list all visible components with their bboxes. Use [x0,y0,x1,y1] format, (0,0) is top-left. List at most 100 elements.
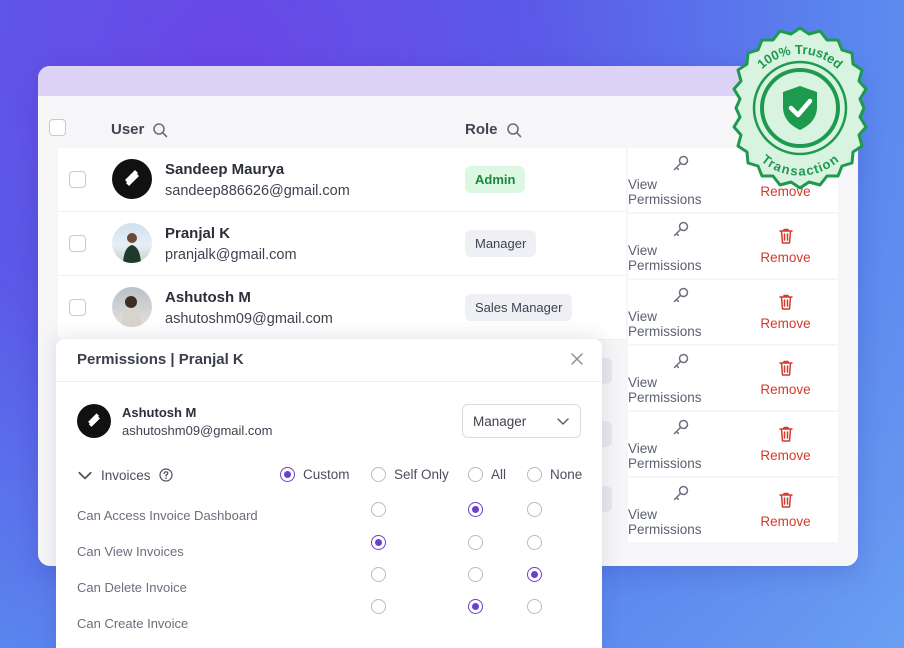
user-name: Ashutosh M [165,289,251,306]
radio-button[interactable] [371,535,386,550]
radio-button[interactable] [468,567,483,582]
radio-button[interactable] [527,467,542,482]
key-icon [673,419,688,434]
radio-button[interactable] [468,535,483,550]
view-permissions-button[interactable]: View Permissions [628,346,733,410]
view-permissions-button[interactable]: View Permissions [628,412,733,476]
scope-option-none[interactable]: None [527,467,582,482]
search-icon[interactable] [506,122,522,138]
avatar [112,223,152,263]
role-badge: Sales Manager [465,294,573,321]
scope-option-label: All [491,467,507,482]
help-circle-icon[interactable] [158,468,173,482]
table-row: Sandeep Maurya sandeep886626@gmail.com A… [58,148,626,212]
key-icon [673,221,688,236]
users-table-body: Sandeep Maurya sandeep886626@gmail.com A… [58,148,626,340]
key-icon [673,353,688,368]
radio-button[interactable] [371,502,386,517]
actions-row: View Permissions Remove [628,214,838,278]
avatar [77,404,111,438]
chevron-down-icon [557,418,569,425]
view-permissions-button[interactable]: View Permissions [628,478,733,542]
scope-option-self-only[interactable]: Self Only [371,467,449,482]
view-permissions-label: View Permissions [628,374,702,405]
trash-icon [778,294,793,310]
actions-row: View Permissions Remove [628,478,838,542]
scope-option-custom[interactable]: Custom [280,467,350,482]
radio-button[interactable] [468,599,483,614]
permission-label: Can Access Invoice Dashboard [77,508,258,523]
view-permissions-label: View Permissions [628,308,702,339]
role-select-value: Manager [473,413,527,429]
user-email: sandeep886626@gmail.com [165,183,350,199]
key-icon [673,287,688,302]
actions-row: View Permissions Remove [628,346,838,410]
user-header-label: User [111,121,145,138]
trash-icon [778,492,793,508]
view-permissions-button[interactable]: View Permissions [628,214,733,278]
remove-label: Remove [760,382,811,397]
modal-user-email: ashutoshm09@gmail.com [122,423,273,438]
radio-button[interactable] [371,567,386,582]
scope-option-label: None [550,467,583,482]
remove-button[interactable]: Remove [733,412,838,476]
remove-label: Remove [760,514,811,529]
remove-button[interactable]: Remove [733,346,838,410]
actions-row: View Permissions Remove [628,280,838,344]
modal-user-name: Ashutosh M [122,405,197,420]
view-permissions-label: View Permissions [628,242,702,273]
row-checkbox[interactable] [69,299,86,316]
row-checkbox[interactable] [69,235,86,252]
avatar [112,287,152,327]
radio-button[interactable] [527,502,542,517]
role-column-header: Role [465,121,522,138]
trash-icon [778,360,793,376]
scope-option-label: Self Only [394,467,449,482]
scope-option-all[interactable]: All [468,467,506,482]
remove-label: Remove [760,250,811,265]
invoices-section-toggle[interactable]: Invoices [77,467,173,483]
view-permissions-label: View Permissions [628,440,702,471]
trusted-transaction-seal: 100% Trusted Transaction [732,26,868,190]
permission-label: Can Delete Invoice [77,580,187,595]
user-column-header: User [111,121,168,138]
radio-button[interactable] [371,599,386,614]
role-badge: Admin [465,166,526,193]
user-name: Pranjal K [165,225,231,242]
row-checkbox[interactable] [69,171,86,188]
avatar [112,159,152,199]
radio-button[interactable] [527,599,542,614]
modal-title: Permissions | Pranjal K [77,351,244,368]
key-icon [673,155,688,170]
scope-option-label: Custom [303,467,350,482]
radio-button[interactable] [527,567,542,582]
actions-row: View Permissions Remove [628,412,838,476]
close-icon[interactable] [569,351,585,367]
user-name: Sandeep Maurya [165,161,285,178]
trash-icon [778,426,793,442]
key-icon [673,485,688,500]
radio-button[interactable] [280,467,295,482]
user-email: pranjalk@gmail.com [165,247,297,263]
select-all-checkbox[interactable] [49,119,66,136]
view-permissions-label: View Permissions [628,506,702,537]
user-email: ashutoshm09@gmail.com [165,311,333,327]
radio-button[interactable] [371,467,386,482]
radio-button[interactable] [468,502,483,517]
chevron-down-icon [78,471,92,480]
row-actions-column: View Permissions Remove View Permissions… [628,148,838,544]
radio-button[interactable] [527,535,542,550]
view-permissions-button[interactable]: View Permissions [628,280,733,344]
role-select[interactable]: Manager [462,404,581,438]
section-label: Invoices [101,467,151,483]
table-row: Ashutosh M ashutoshm09@gmail.com Sales M… [58,276,626,340]
remove-button[interactable]: Remove [733,280,838,344]
table-row: Pranjal K pranjalk@gmail.com Manager [58,212,626,276]
role-badge: Manager [465,230,537,257]
remove-button[interactable]: Remove [733,214,838,278]
radio-button[interactable] [468,467,483,482]
modal-divider [56,381,602,382]
remove-button[interactable]: Remove [733,478,838,542]
trash-icon [778,228,793,244]
search-icon[interactable] [152,122,168,138]
